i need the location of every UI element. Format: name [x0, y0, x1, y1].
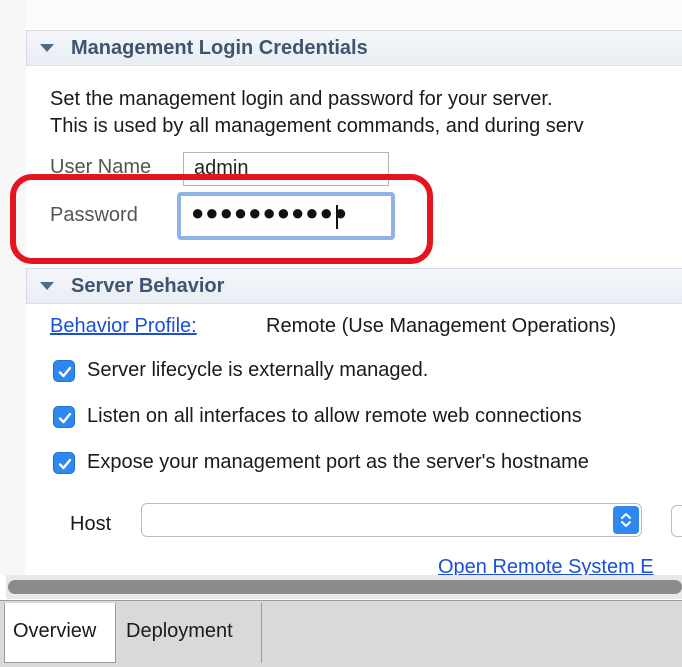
checkmark-icon — [58, 412, 72, 424]
tab-deployment[interactable]: Deployment — [116, 603, 262, 663]
tab-deployment-label: Deployment — [126, 620, 233, 642]
listen-all-interfaces-checkbox[interactable] — [53, 406, 75, 428]
lifecycle-checkbox[interactable] — [53, 360, 75, 382]
expose-port-label: Expose your management port as the serve… — [87, 451, 589, 473]
expose-port-checkbox[interactable] — [53, 452, 75, 474]
listen-all-interfaces-label: Listen on all interfaces to allow remote… — [87, 405, 582, 427]
credentials-section-header[interactable]: Management Login Credentials — [26, 30, 682, 66]
top-strip — [0, 0, 682, 28]
left-gutter — [0, 0, 26, 575]
host-label: Host — [70, 513, 112, 535]
lifecycle-checkbox-label: Server lifecycle is externally managed. — [87, 359, 429, 381]
host-select[interactable] — [141, 503, 642, 537]
host-side-field[interactable] — [671, 505, 682, 537]
tab-overview-label: Overview — [13, 620, 97, 642]
collapse-triangle-icon[interactable] — [40, 44, 54, 52]
credentials-description-line2: This is used by all management commands,… — [50, 115, 584, 137]
behavior-section-title: Server Behavior — [71, 275, 225, 297]
scrollbar-thumb[interactable] — [8, 580, 682, 594]
checkmark-icon — [58, 366, 72, 378]
behavior-section-header[interactable]: Server Behavior — [26, 268, 682, 304]
behavior-profile-link[interactable]: Behavior Profile: — [50, 315, 197, 338]
credentials-description-line1: Set the management login and password fo… — [50, 88, 553, 110]
credentials-section-title: Management Login Credentials — [71, 37, 368, 59]
password-highlight-annotation — [10, 174, 433, 264]
tab-overview[interactable]: Overview — [4, 603, 116, 663]
select-arrows-icon[interactable] — [613, 506, 639, 534]
behavior-profile-value: Remote (Use Management Operations) — [266, 315, 617, 337]
checkmark-icon — [58, 458, 72, 470]
collapse-triangle-icon[interactable] — [40, 282, 54, 290]
